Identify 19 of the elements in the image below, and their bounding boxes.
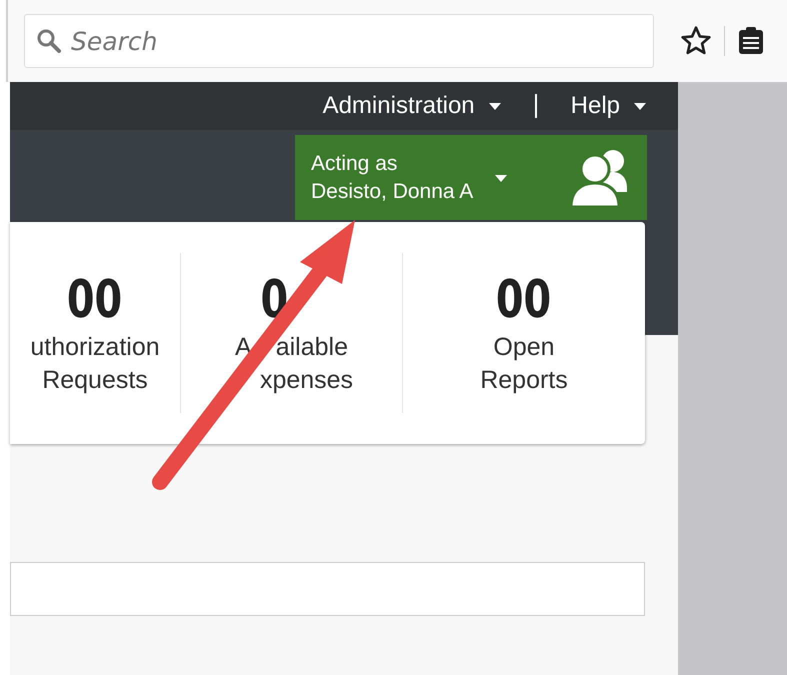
stat-label: ailable (276, 332, 348, 363)
caret-icon (495, 175, 508, 182)
nav-menu[interactable]: Help (570, 92, 646, 120)
stat-count: 00 (496, 269, 552, 331)
search-icon (36, 28, 62, 54)
stat-label: uthorization (30, 332, 160, 363)
search-field[interactable]: Search (24, 14, 654, 68)
input-field[interactable] (10, 562, 645, 616)
stat-label: Reports (480, 365, 568, 396)
clipboard-icon[interactable] (737, 26, 765, 56)
acting-as-button[interactable]: Acting as Desisto, Donna A (295, 135, 647, 220)
stat-label: Requests (42, 365, 148, 396)
stat-label: Open (493, 332, 555, 363)
stat-label: xpenses (260, 365, 354, 396)
caret-icon (488, 102, 501, 110)
star-icon[interactable] (680, 25, 712, 57)
nav-menu[interactable]: Administration (322, 92, 501, 120)
stat-count: 00 (67, 269, 123, 331)
caret-icon (634, 102, 646, 110)
